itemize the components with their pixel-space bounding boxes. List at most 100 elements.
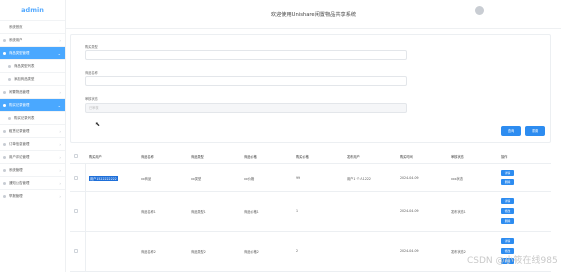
sidebar-item-label: 租赁记录管理 xyxy=(9,129,30,133)
purchase-time-cell: 2024-04-09 xyxy=(400,176,419,180)
row-checkbox[interactable] xyxy=(74,249,78,253)
menu-dot-icon xyxy=(8,78,11,81)
menu-dot-icon xyxy=(3,104,6,107)
publisher-cell: 用户1 个人1222 xyxy=(347,177,371,181)
sidebar-item-label: 用户评论管理 xyxy=(9,155,30,159)
table-row: 商品名称1 商品类型1 商品价格1 1 2024-04-09 发布状态1 详情 … xyxy=(70,192,551,232)
chevron-right-icon: › xyxy=(59,194,61,199)
table-row: 商品名称2 商品类型2 商品价格2 2 2024-04-09 发布状态2 详情 … xyxy=(70,232,551,272)
detail-button[interactable]: 详情 xyxy=(501,238,514,244)
product-type-cell: 商品类型2 xyxy=(191,250,206,254)
select-all-checkbox[interactable] xyxy=(74,154,78,158)
sidebar-item-label: 系统管理 xyxy=(9,168,23,172)
product-name-cell: 商品名称1 xyxy=(141,210,156,214)
sidebar-item-announcements[interactable]: 通知公告管理 › xyxy=(0,176,65,189)
purchase-time-cell: 2024-04-09 xyxy=(400,209,419,213)
product-type-cell: 商品类型1 xyxy=(191,210,206,214)
chevron-right-icon: › xyxy=(59,168,61,173)
row-checkbox[interactable] xyxy=(74,209,78,213)
table-header: 购买用户 商品名称 商品类型 商品价格 购买价格 发布用户 购买时间 审核状态 … xyxy=(70,149,551,164)
column-header: 购买价格 xyxy=(296,155,309,159)
sidebar-item-comments[interactable]: 用户评论管理 › xyxy=(0,150,65,163)
detail-button[interactable]: 详情 xyxy=(501,170,514,176)
sidebar-item-label: 商品类型列表 xyxy=(14,64,35,68)
review-status-cell: xxx状态 xyxy=(451,177,464,181)
product-price-cell: 商品价格2 xyxy=(244,250,259,254)
menu-dot-icon xyxy=(3,91,6,94)
column-header: 审核状态 xyxy=(451,155,464,159)
app-logo: admin xyxy=(21,6,44,14)
chevron-right-icon: › xyxy=(59,142,61,147)
product-price-cell: xx价格 xyxy=(244,177,255,181)
column-divider xyxy=(85,192,86,232)
menu-dot-icon xyxy=(8,65,11,68)
product-name-label: 商品名称 xyxy=(85,71,98,75)
menu-dot-icon xyxy=(3,130,6,133)
sidebar-item-label: 举报管理 xyxy=(9,194,23,198)
sidebar-item-orders[interactable]: 订单信息管理 › xyxy=(0,137,65,150)
sidebar-item-label: 商品类型管理 xyxy=(9,51,30,55)
edit-button[interactable]: 修改 xyxy=(501,208,514,214)
row-checkbox[interactable] xyxy=(74,176,78,180)
product-name-cell: 商品名称2 xyxy=(141,250,156,254)
review-status-input[interactable] xyxy=(85,103,407,113)
menu-dot-icon xyxy=(3,182,6,185)
top-header: 欢迎使用Unishare闲置物品共享系统 xyxy=(66,0,561,29)
chevron-right-icon: › xyxy=(59,129,61,134)
sidebar-item-label: 闲置物品管理 xyxy=(9,90,30,94)
purchase-price-cell: 99 xyxy=(296,176,301,180)
column-divider xyxy=(85,164,86,192)
page-title: 欢迎使用Unishare闲置物品共享系统 xyxy=(270,12,357,18)
column-header: 购买用户 xyxy=(89,155,102,159)
sidebar-item-label: 系统首页 xyxy=(9,25,23,29)
menu-dot-icon xyxy=(3,195,6,198)
sidebar-item-idle-items[interactable]: 闲置物品管理 › xyxy=(0,85,65,98)
product-price-cell: 商品价格1 xyxy=(244,210,259,214)
delete-button[interactable]: 删除 xyxy=(501,218,514,224)
product-name-input[interactable] xyxy=(85,76,407,86)
search-form: 购买类型 商品名称 审核状态 ⬉ 查询 重置 xyxy=(70,34,551,143)
sidebar-item-purchase-record-list[interactable]: 购买记录列表 xyxy=(0,111,65,124)
sidebar-item-label: 系统用户 xyxy=(9,38,23,42)
mouse-cursor-icon: ⬉ xyxy=(95,121,101,128)
review-status-label: 审核状态 xyxy=(85,97,98,101)
column-divider xyxy=(85,232,86,272)
delete-button[interactable]: 删除 xyxy=(501,179,514,185)
buyer-cell[interactable]: 用户1522222222 xyxy=(89,176,118,181)
review-status-cell: 发布状态1 xyxy=(451,210,466,214)
detail-button[interactable]: 详情 xyxy=(501,198,514,204)
chevron-right-icon: › xyxy=(59,181,61,186)
review-status-cell: 发布状态2 xyxy=(451,250,466,254)
menu-dot-icon xyxy=(3,143,6,146)
watermark: CSDN @小筱在线985 xyxy=(467,256,558,266)
sidebar-item-label: 添加商品类型 xyxy=(14,77,35,81)
sidebar-item-label: 购买记录列表 xyxy=(14,116,35,120)
product-type-cell: xx类型 xyxy=(191,177,202,181)
sidebar-item-reports[interactable]: 举报管理 › xyxy=(0,189,65,202)
sidebar-item-add-product-type[interactable]: 添加商品类型 xyxy=(0,72,65,85)
column-header: 商品类型 xyxy=(191,155,204,159)
sidebar-item-product-type-management[interactable]: 商品类型管理 ⌄ xyxy=(0,46,65,59)
sidebar-item-rental-records[interactable]: 租赁记录管理 › xyxy=(0,124,65,137)
table-row: 用户1522222222 xx商品 xx类型 xx价格 99 用户1 个人122… xyxy=(70,164,551,192)
menu-dot-icon xyxy=(3,52,6,55)
sidebar-item-product-type-list[interactable]: 商品类型列表 xyxy=(0,59,65,72)
sidebar-item-purchase-records[interactable]: 购买记录管理 ⌄ xyxy=(0,98,65,111)
column-header: 发布用户 xyxy=(347,155,360,159)
column-header: 商品名称 xyxy=(141,155,154,159)
reset-button[interactable]: 重置 xyxy=(525,126,545,136)
chevron-right-icon: › xyxy=(59,155,61,160)
menu-dot-icon xyxy=(3,169,6,172)
menu-dot-icon xyxy=(3,39,6,42)
column-header: 操作 xyxy=(501,155,508,159)
sidebar-item-home[interactable]: 系统首页 xyxy=(0,20,65,33)
sidebar-item-system-management[interactable]: 系统管理 › xyxy=(0,163,65,176)
avatar[interactable] xyxy=(475,6,484,15)
column-header: 商品价格 xyxy=(244,155,257,159)
chevron-right-icon: › xyxy=(59,90,61,95)
purchase-price-cell: 2 xyxy=(296,249,299,253)
sidebar-item-system-users[interactable]: 系统用户 › xyxy=(0,33,65,46)
search-button[interactable]: 查询 xyxy=(501,126,521,136)
menu-dot-icon xyxy=(3,156,6,159)
purchase-type-input[interactable] xyxy=(85,50,407,60)
